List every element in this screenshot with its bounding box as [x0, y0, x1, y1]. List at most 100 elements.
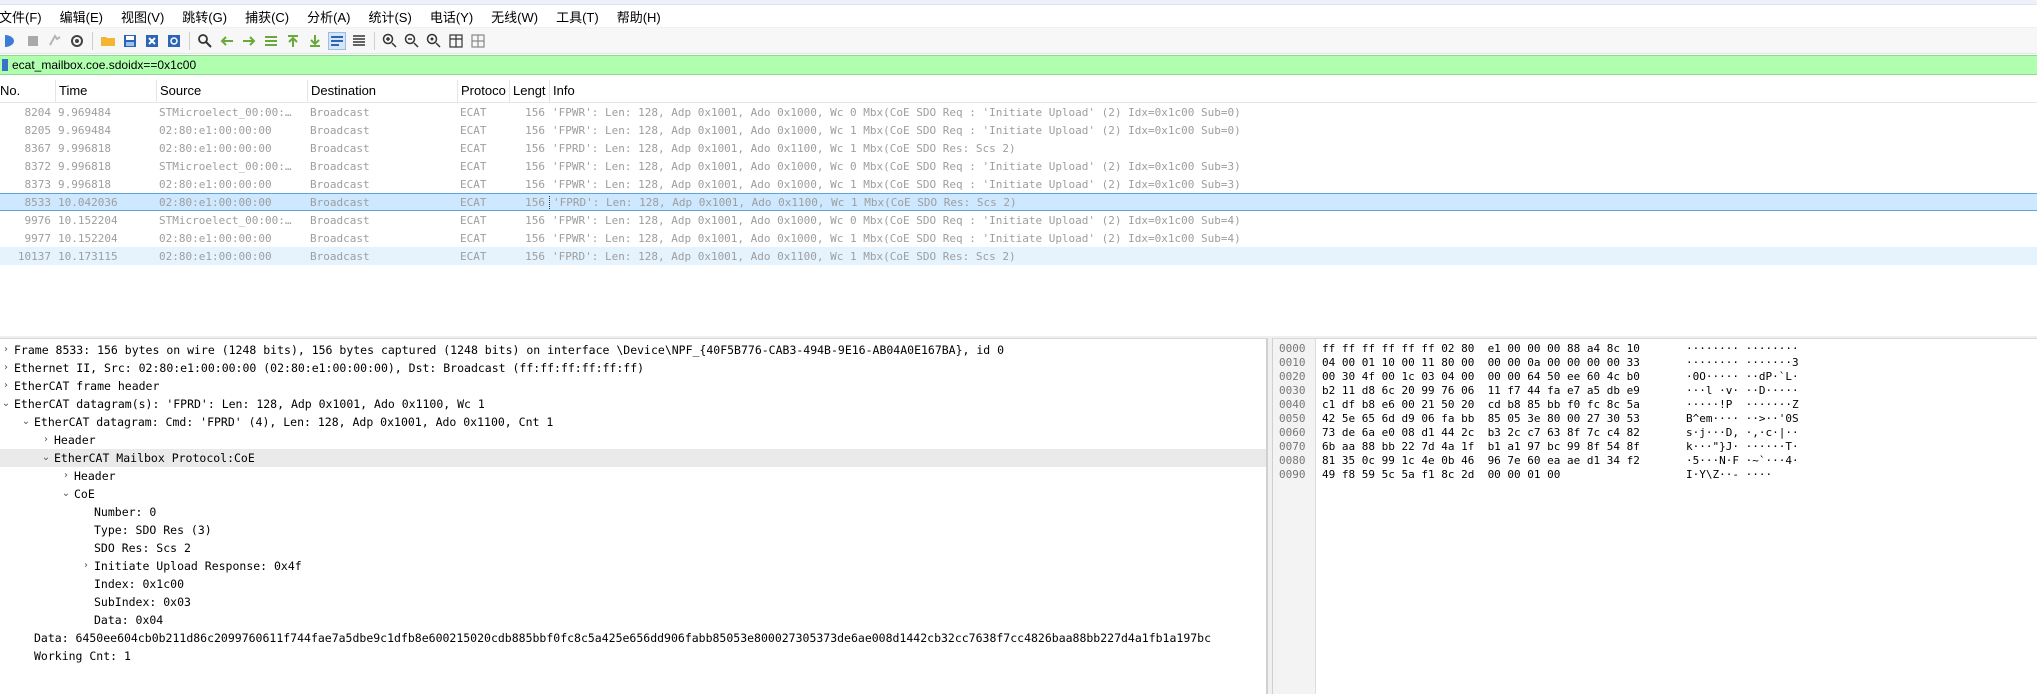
packet-row[interactable]: 8533 10.042036 02:80:e1:00:00:00 Broadcast E…	[0, 193, 2037, 211]
detail-tree-item[interactable]: ⌄ CoE	[0, 485, 1266, 503]
column-header-length[interactable]: Lengt	[509, 80, 549, 102]
bytes-hex[interactable]: 04 00 01 10 00 11 80 00 00 00 0a 00 00 0…	[1322, 356, 1640, 370]
last-packet-icon[interactable]	[306, 32, 324, 50]
menu-telephony[interactable]: 电话(Y)	[430, 7, 482, 26]
bytes-ascii[interactable]: ·····!P ·······Z	[1686, 398, 1799, 412]
detail-tree-item[interactable]: Data: 6450ee604cb0b211d86c2099760611f744…	[0, 629, 1266, 647]
bytes-ascii[interactable]: ·0O····· ··dP·`L·	[1686, 370, 1799, 384]
restart-capture-icon[interactable]	[46, 32, 64, 50]
packet-row[interactable]: 8373 9.996818 02:80:e1:00:00:00 Broadcast EC…	[0, 175, 2037, 193]
bytes-hex[interactable]: ff ff ff ff ff ff 02 80 e1 00 00 00 88 a…	[1322, 342, 1640, 356]
bytes-ascii[interactable]: ·5···N·F ·~`···4·	[1686, 454, 1799, 468]
display-filter-input[interactable]	[12, 57, 2037, 73]
expand-arrow-icon[interactable]: ›	[0, 359, 12, 377]
go-to-packet-icon[interactable]	[262, 32, 280, 50]
auto-scroll-icon[interactable]	[328, 31, 346, 50]
go-back-icon[interactable]	[218, 32, 236, 50]
bytes-hex[interactable]: 6b aa 88 bb 22 7d 4a 1f b1 a1 97 bc 99 8…	[1322, 440, 1640, 454]
bytes-hex[interactable]: 81 35 0c 99 1c 4e 0b 46 96 7e 60 ea ae d…	[1322, 454, 1640, 468]
packet-cell-time: 9.969484	[58, 123, 111, 137]
expand-arrow-icon[interactable]: ›	[60, 467, 72, 485]
packet-row[interactable]: 8367 9.996818 02:80:e1:00:00:00 Broadcast EC…	[0, 139, 2037, 157]
detail-tree-item[interactable]: › Frame 8533: 156 bytes on wire (1248 bit…	[0, 341, 1266, 359]
detail-tree-item[interactable]: › Ethernet II, Src: 02:80:e1:00:00:00 (02…	[0, 359, 1266, 377]
column-header-no[interactable]: No.	[0, 80, 55, 102]
zoom-in-icon[interactable]	[381, 32, 399, 50]
detail-tree-item[interactable]: SubIndex: 0x03	[0, 593, 1266, 611]
menu-analyze[interactable]: 分析(A)	[307, 7, 359, 26]
expand-arrow-icon[interactable]: ›	[80, 557, 92, 575]
bytes-ascii[interactable]: ········ ·······3	[1686, 356, 1799, 370]
detail-tree-item[interactable]: Data: 0x04	[0, 611, 1266, 629]
bytes-ascii[interactable]: ········ ········	[1686, 342, 1799, 356]
expand-arrow-icon[interactable]: ›	[0, 377, 12, 395]
normal-size-icon[interactable]	[425, 32, 443, 50]
column-header-protocol[interactable]: Protoco	[457, 80, 509, 102]
find-packet-icon[interactable]	[196, 32, 214, 50]
detail-tree-item[interactable]: Index: 0x1c00	[0, 575, 1266, 593]
menu-wireless[interactable]: 无线(W)	[491, 7, 547, 26]
menu-help[interactable]: 帮助(H)	[617, 7, 670, 26]
column-header-info[interactable]: Info	[549, 80, 2037, 102]
detail-tree-item[interactable]: ⌄ EtherCAT datagram: Cmd: 'FPRD' (4), Len…	[0, 413, 1266, 431]
packet-row[interactable]: 9977 10.152204 02:80:e1:00:00:00 Broadcast E…	[0, 229, 2037, 247]
resize-columns-icon[interactable]	[447, 32, 465, 50]
collapse-arrow-icon[interactable]: ⌄	[60, 485, 72, 503]
packet-row[interactable]: 8205 9.969484 02:80:e1:00:00:00 Broadcast EC…	[0, 121, 2037, 139]
detail-tree-item[interactable]: Working Cnt: 1	[0, 647, 1266, 665]
bytes-hex[interactable]: 42 5e 65 6d d9 06 fa bb 85 05 3e 80 00 2…	[1322, 412, 1640, 426]
detail-tree-item[interactable]: Type: SDO Res (3)	[0, 521, 1266, 539]
bytes-hex[interactable]: b2 11 d8 6c 20 99 76 06 11 f7 44 fa e7 a…	[1322, 384, 1640, 398]
open-file-icon[interactable]	[99, 32, 117, 50]
menu-tools[interactable]: 工具(T)	[556, 7, 608, 26]
detail-tree-item[interactable]: › Initiate Upload Response: 0x4f	[0, 557, 1266, 575]
close-file-icon[interactable]	[143, 32, 161, 50]
bytes-ascii[interactable]: I·Y\Z··- ····	[1686, 468, 1772, 482]
collapse-arrow-icon[interactable]: ⌄	[40, 449, 52, 467]
bytes-ascii[interactable]: s·j···D, ·,·c·|··	[1686, 426, 1799, 440]
menu-file[interactable]: 文件(F)	[0, 7, 51, 26]
go-forward-icon[interactable]	[240, 32, 258, 50]
packet-row[interactable]: 9976 10.152204 STMicroelect_00:00:… Broadca…	[0, 211, 2037, 229]
first-packet-icon[interactable]	[284, 32, 302, 50]
capture-options-icon[interactable]	[68, 32, 86, 50]
menu-view[interactable]: 视图(V)	[121, 7, 173, 26]
menu-go[interactable]: 跳转(G)	[182, 7, 236, 26]
save-file-icon[interactable]	[121, 32, 139, 50]
stop-capture-icon[interactable]	[24, 32, 42, 50]
collapse-arrow-icon[interactable]: ⌄	[0, 395, 12, 413]
detail-tree-item[interactable]: › Header	[0, 431, 1266, 449]
packet-row[interactable]: 10137 10.173115 02:80:e1:00:00:00 Broadcast…	[0, 247, 2037, 265]
menu-capture[interactable]: 捕获(C)	[245, 7, 298, 26]
expand-arrow-icon[interactable]: ›	[0, 341, 12, 359]
detail-tree-item[interactable]: Number: 0	[0, 503, 1266, 521]
bytes-ascii[interactable]: B^em···· ··>··'0S	[1686, 412, 1799, 426]
reload-file-icon[interactable]	[165, 32, 183, 50]
packet-row[interactable]: 8204 9.969484 STMicroelect_00:00:… Broadcas…	[0, 103, 2037, 121]
column-header-time[interactable]: Time	[55, 80, 156, 102]
bookmark-icon[interactable]	[2, 59, 8, 71]
menu-edit[interactable]: 编辑(E)	[60, 7, 112, 26]
bytes-hex[interactable]: 49 f8 59 5c 5a f1 8c 2d 00 00 01 00	[1322, 468, 1560, 482]
layout-icon[interactable]	[469, 32, 487, 50]
detail-tree-item[interactable]: ⌄ EtherCAT datagram(s): 'FPRD': Len: 128,…	[0, 395, 1266, 413]
menu-statistics[interactable]: 统计(S)	[368, 7, 420, 26]
bytes-hex[interactable]: 00 30 4f 00 1c 03 04 00 00 00 64 50 ee 6…	[1322, 370, 1640, 384]
bytes-hex[interactable]: c1 df b8 e6 00 21 50 20 cd b8 85 bb f0 f…	[1322, 398, 1640, 412]
detail-tree-item[interactable]: SDO Res: Scs 2	[0, 539, 1266, 557]
bytes-ascii[interactable]: k···"}J· ······T·	[1686, 440, 1799, 454]
packet-cell-info: 'FPWR': Len: 128, Adp 0x1001, Ado 0x1000…	[552, 231, 1241, 245]
colorize-icon[interactable]	[350, 32, 368, 50]
column-header-destination[interactable]: Destination	[307, 80, 457, 102]
bytes-ascii[interactable]: ···l ·v· ··D·····	[1686, 384, 1799, 398]
detail-tree-item[interactable]: › EtherCAT frame header	[0, 377, 1266, 395]
detail-tree-item[interactable]: ⌄ EtherCAT Mailbox Protocol:CoE	[0, 449, 1266, 467]
packet-row[interactable]: 8372 9.996818 STMicroelect_00:00:… Broadcas…	[0, 157, 2037, 175]
collapse-arrow-icon[interactable]: ⌄	[20, 413, 32, 431]
start-capture-icon[interactable]	[2, 32, 20, 50]
detail-tree-item[interactable]: › Header	[0, 467, 1266, 485]
bytes-hex[interactable]: 73 de 6a e0 08 d1 44 2c b3 2c c7 63 8f 7…	[1322, 426, 1640, 440]
expand-arrow-icon[interactable]: ›	[40, 431, 52, 449]
column-header-source[interactable]: Source	[156, 80, 307, 102]
zoom-out-icon[interactable]	[403, 32, 421, 50]
